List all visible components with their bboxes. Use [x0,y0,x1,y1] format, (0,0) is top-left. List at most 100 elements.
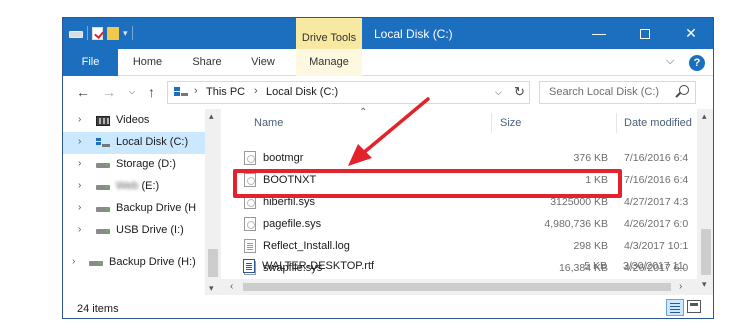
file-date: 3/30/2017 11: [623,260,687,272]
scroll-down-chevron-icon[interactable]: ▾ [702,279,707,290]
column-header-date-modified[interactable]: Date modified [624,117,692,129]
expand-chevron-icon[interactable]: › [78,202,81,213]
nav-item-label: Web (E:) [116,180,159,192]
breadcrumb-separator[interactable]: › [254,85,258,97]
breadcrumb-local-disk[interactable]: Local Disk (C:) [266,86,338,98]
expand-ribbon-chevron-icon[interactable]: ⌵ [666,55,674,68]
expand-chevron-icon[interactable]: › [78,158,81,169]
search-placeholder: Search Local Disk (C:) [549,86,660,98]
nav-item-label: USB Drive (I:) [116,224,184,236]
file-size: 4,980,736 KB [544,218,608,230]
column-header-size[interactable]: Size [500,117,521,129]
breadcrumb-separator[interactable]: › [194,85,198,97]
properties-check-icon[interactable] [92,26,103,40]
new-folder-icon[interactable] [107,26,119,40]
up-arrow-icon[interactable]: ↑ [148,84,155,100]
redacted-drive-name: Web [116,180,139,192]
file-size: 5 KB [584,260,607,272]
item-count: 24 items [77,303,119,315]
drive-icon [89,261,103,266]
refresh-icon[interactable]: ↻ [514,84,525,100]
file-date: 7/16/2016 6:4 [624,174,689,186]
scroll-thumb[interactable] [208,249,218,277]
file-row-reflect-install-log[interactable]: Reflect_Install.log 298 KB 4/3/2017 10:1 [221,235,697,257]
scroll-right-chevron-icon[interactable]: › [679,281,682,292]
forward-arrow-icon[interactable]: → [102,84,116,100]
back-arrow-icon[interactable]: ← [76,84,90,100]
file-size: 376 KB [573,152,608,164]
minimize-button[interactable]: — [576,18,622,49]
large-icons-view-icon[interactable] [687,300,701,313]
navigation-pane: › Videos › Local Disk (C:) › Storage (D:… [63,109,221,295]
nav-item-label: Videos [116,114,150,126]
drive-icon[interactable] [69,31,83,38]
column-divider[interactable] [616,113,617,133]
file-list-vertical-scrollbar[interactable]: ▴ ▾ [697,109,713,295]
nav-item-backup-drive-h-network[interactable]: › Backup Drive (H:) [63,252,205,274]
file-date: 4/27/2017 4:3 [624,196,689,208]
scroll-thumb[interactable] [243,283,671,291]
tab-manage[interactable]: Manage [296,49,362,76]
nav-item-label: Backup Drive (H:) [109,256,196,268]
file-name: pagefile.sys [263,218,322,230]
details-view-icon[interactable] [666,299,684,316]
navigation-pane-scrollbar[interactable]: ▴ ▾ [205,109,221,295]
scroll-left-chevron-icon[interactable]: ‹ [230,281,233,292]
expand-chevron-icon[interactable]: › [78,114,81,125]
column-divider[interactable] [491,113,492,133]
nav-item-videos[interactable]: › Videos [63,110,205,132]
file-row-bootmgr[interactable]: bootmgr 376 KB 7/16/2016 6:4 [221,147,697,169]
nav-item-label: Local Disk (C:) [116,136,189,148]
recent-locations-chevron-icon[interactable]: ⌵ [129,87,135,97]
address-history-chevron-icon[interactable]: ⌵ [495,87,502,98]
tab-view[interactable]: View [241,49,285,76]
drive-letter: (E:) [141,180,160,192]
drive-icon [96,185,110,190]
nav-item-backup-drive-h[interactable]: › Backup Drive (H [63,198,205,220]
file-date: 4/26/2017 6:0 [624,218,689,230]
expand-chevron-icon[interactable]: › [78,180,81,191]
column-header-name[interactable]: Name [254,117,283,129]
tab-file[interactable]: File [63,49,118,76]
file-size: 298 KB [573,240,608,252]
system-file-icon [244,151,256,165]
file-row-pagefile-sys[interactable]: pagefile.sys 4,980,736 KB 4/26/2017 6:0 [221,213,697,235]
nav-item-usb-drive-i[interactable]: › USB Drive (I:) [63,220,205,242]
scroll-up-chevron-icon[interactable]: ▴ [702,111,707,122]
search-icon[interactable] [679,85,689,95]
file-name: WALTER-DESKTOP.rtf [262,260,375,272]
close-button[interactable]: ✕ [668,18,713,49]
maximize-button[interactable] [622,18,668,49]
nav-item-label: Storage (D:) [116,158,176,170]
scroll-down-chevron-icon[interactable]: ▾ [209,283,214,294]
expand-chevron-icon[interactable]: › [78,224,81,235]
tab-share[interactable]: Share [184,49,230,76]
toolbar-divider [87,26,88,40]
nav-item-storage-d[interactable]: › Storage (D:) [63,154,205,176]
file-row-walter-desktop[interactable]: WALTER-DESKTOP.rtf 5 KB 3/30/2017 11: [220,255,696,277]
column-header-row: ⌃ Name Size Date modified [221,107,713,133]
customize-toolbar-dropdown-icon[interactable]: ▾ [123,28,128,39]
expand-chevron-icon[interactable]: › [78,136,81,147]
file-name: bootmgr [263,152,304,164]
status-bar: 24 items [63,295,713,318]
nav-item-local-disk-c[interactable]: › Local Disk (C:) [63,132,205,154]
file-name: Reflect_Install.log [263,240,350,252]
windows-drive-icon [96,138,110,148]
help-icon[interactable]: ? [689,55,705,71]
scroll-up-chevron-icon[interactable]: ▴ [209,111,214,122]
breadcrumb-this-pc[interactable]: This PC [206,86,245,98]
tab-home[interactable]: Home [125,49,170,76]
file-list-horizontal-scrollbar[interactable]: ‹ › [221,279,697,295]
expand-chevron-icon[interactable]: › [72,256,75,267]
nav-item-drive-e[interactable]: › Web (E:) [63,176,205,198]
scroll-thumb[interactable] [701,229,711,275]
video-folder-icon [96,116,110,126]
window-title: Local Disk (C:) [374,27,453,41]
annotation-arrow-icon [348,97,430,166]
search-input[interactable]: Search Local Disk (C:) [539,81,696,104]
system-file-icon [244,217,256,231]
quick-access-toolbar: ▾ [69,25,133,41]
hiberfil-highlight-box [233,169,622,198]
ribbon-tabs: File Home Share View Manage ⌵ ? [63,49,713,76]
